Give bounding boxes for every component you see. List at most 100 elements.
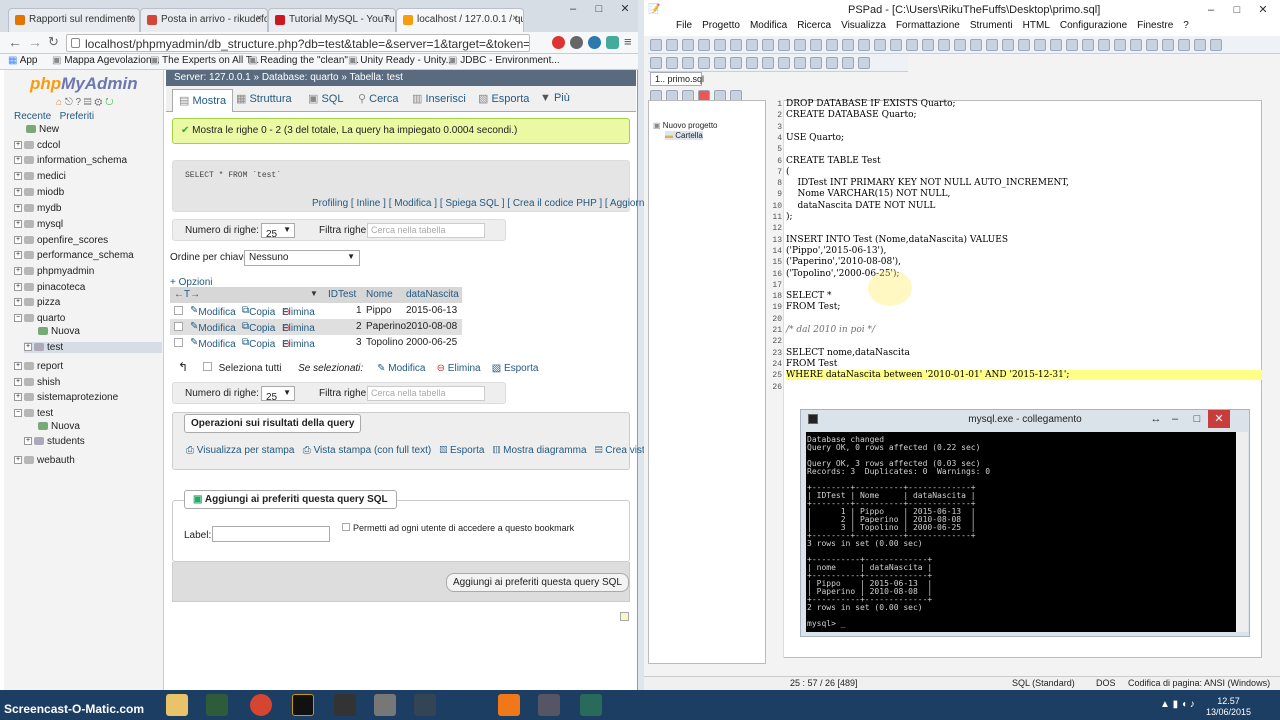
expand-icon[interactable]: + — [24, 343, 32, 352]
copy-row[interactable]: ⧉ Copia — [242, 337, 275, 350]
toolbar-icon[interactable] — [1114, 39, 1126, 51]
extension-icon[interactable] — [588, 36, 601, 49]
collapse-icon[interactable]: − — [14, 409, 22, 418]
select-all-checkbox[interactable] — [202, 362, 212, 371]
toolbar-icon[interactable] — [1082, 39, 1094, 51]
toolbar-icon[interactable] — [874, 39, 886, 51]
toolbar-icon[interactable] — [666, 57, 678, 69]
toolbar-icon[interactable] — [890, 39, 902, 51]
toolbar-icon[interactable] — [666, 39, 678, 51]
home-icon[interactable]: ⌂ — [56, 97, 62, 108]
rows-per-page-select[interactable]: 25 ▼ — [261, 386, 295, 403]
expand-icon[interactable]: + — [24, 437, 32, 446]
menu-file[interactable]: File — [676, 20, 692, 31]
expand-icon[interactable]: + — [14, 156, 22, 165]
db-item[interactable]: + performance_schema — [14, 250, 134, 261]
tab-analytics[interactable]: Rapporti sul rendimento × — [8, 8, 140, 32]
menu-edit[interactable]: Modifica — [750, 20, 787, 31]
sql-query[interactable]: SELECT * FROM `test` — [185, 171, 281, 180]
bookmark-public-checkbox[interactable] — [342, 523, 350, 531]
db-item-selected[interactable]: − quarto — [14, 313, 65, 324]
db-item[interactable]: + information_schema — [14, 155, 127, 166]
bulk-delete[interactable]: ⊖ Elimina — [437, 363, 481, 374]
table-item[interactable]: + students — [24, 436, 85, 447]
toolbar-icon[interactable] — [778, 57, 790, 69]
menu-search[interactable]: Ricerca — [797, 20, 831, 31]
bookmark-item[interactable]: ▣ Unity Ready - Unity... — [348, 55, 454, 66]
toolbar-icon[interactable] — [810, 39, 822, 51]
toolbar-icon[interactable] — [842, 39, 854, 51]
edit-row[interactable]: ✎ Modifica — [190, 337, 236, 350]
toolbar-icon[interactable] — [922, 39, 934, 51]
toolbar-icon[interactable] — [1050, 39, 1062, 51]
pspad-icon[interactable] — [538, 694, 560, 716]
toolbar-icon[interactable] — [762, 57, 774, 69]
code-line[interactable]: INSERT INTO Test (Nome,dataNascita) VALU… — [786, 235, 1008, 245]
console-scrollbar[interactable] — [1236, 432, 1248, 632]
code-line[interactable]: Nome VARCHAR(15) NOT NULL, — [786, 189, 950, 199]
code-line[interactable]: CREATE DATABASE Quarto; — [786, 110, 917, 120]
toolbar-icon[interactable] — [698, 57, 710, 69]
maximize-icon[interactable]: □ — [1186, 410, 1208, 428]
db-item[interactable]: + mysql — [14, 219, 63, 230]
db-item[interactable]: + pizza — [14, 297, 60, 308]
settings-icon[interactable]: ⚙ — [94, 97, 102, 108]
toolbar-icon[interactable] — [1066, 39, 1078, 51]
console-toggle-icon[interactable] — [620, 612, 629, 621]
minimize-icon[interactable]: – — [1164, 410, 1186, 428]
explorer-icon[interactable] — [166, 694, 188, 716]
tray-icons[interactable]: ▲ ▮ ◖ ♪ — [1160, 699, 1195, 710]
toolbar-icon[interactable] — [938, 39, 950, 51]
copy-row[interactable]: ⧉ Copia — [242, 305, 275, 318]
toolbar-icon[interactable] — [1034, 39, 1046, 51]
maximize-icon[interactable]: □ — [586, 0, 612, 18]
chrome-icon[interactable] — [250, 694, 272, 716]
menu-project[interactable]: Progetto — [702, 20, 740, 31]
opera-icon[interactable] — [552, 36, 565, 49]
code-line[interactable]: dataNascita DATE NOT NULL — [786, 201, 935, 211]
code-line[interactable]: ('Pippo','2015-06-13'), — [786, 246, 886, 256]
bookmark-public-option[interactable]: Permetti ad ogni utente di accedere a qu… — [342, 523, 574, 533]
bookmark-submit-button[interactable]: Aggiungi ai preferiti questa query SQL — [446, 573, 629, 592]
code-line[interactable]: FROM Test; — [786, 302, 840, 312]
row-checkbox[interactable] — [174, 338, 183, 347]
bookmark-label-input[interactable] — [212, 526, 330, 542]
toolbar-icon[interactable] — [746, 57, 758, 69]
app-icon[interactable] — [374, 694, 396, 716]
print-view-link[interactable]: ⎙ Visualizza per stampa — [186, 445, 294, 456]
toolbar-icon[interactable] — [1146, 39, 1158, 51]
expand-icon[interactable]: + — [14, 188, 22, 197]
close-icon[interactable]: ✕ — [1250, 1, 1276, 19]
db-item[interactable]: + sistemaprotezione — [14, 392, 118, 403]
collapse-icon[interactable]: − — [14, 314, 22, 323]
expand-icon[interactable]: + — [14, 456, 22, 465]
toolbar-icon[interactable] — [826, 57, 838, 69]
query-actions[interactable]: Profiling [ Inline ] [ Modifica ] [ Spie… — [312, 198, 656, 209]
bookmark-item[interactable]: ▣ Reading the "clean" ... — [248, 55, 359, 66]
toolbar-icon[interactable] — [650, 39, 662, 51]
toolbar-icon[interactable] — [858, 39, 870, 51]
code-line[interactable]: ('Paperino','2010-08-08'), — [786, 257, 901, 267]
menu-icon[interactable]: ≡ — [624, 34, 632, 49]
toolbar-icon[interactable] — [1098, 39, 1110, 51]
table-new[interactable]: Nuova — [38, 421, 80, 432]
tab-sql[interactable]: ▣ SQL — [308, 92, 343, 105]
menu-help[interactable]: ? — [1183, 20, 1189, 31]
db-item[interactable]: + report — [14, 361, 63, 372]
toolbar-icon[interactable] — [1002, 39, 1014, 51]
chart-link[interactable]: ▥ Mostra diagramma — [493, 445, 587, 456]
xampp-icon[interactable] — [498, 694, 520, 716]
expand-icon[interactable]: + — [14, 204, 22, 213]
close-icon[interactable]: × — [128, 13, 134, 24]
expand-icon[interactable]: + — [14, 220, 22, 229]
bulk-edit[interactable]: ✎ Modifica — [377, 363, 425, 374]
db-item[interactable]: + miodb — [14, 187, 64, 198]
toolbar-icon[interactable] — [714, 57, 726, 69]
code-line[interactable]: IDTest INT PRIMARY KEY NOT NULL AUTO_INC… — [786, 178, 1069, 188]
code-line[interactable]: DROP DATABASE IF EXISTS Quarto; — [786, 99, 956, 109]
expand-icon[interactable]: + — [14, 267, 22, 276]
toolbar-icon[interactable] — [1178, 39, 1190, 51]
clock[interactable]: 12.57 13/06/2015 — [1206, 696, 1251, 718]
app-icon[interactable] — [414, 694, 436, 716]
toolbar-icon[interactable] — [1162, 39, 1174, 51]
